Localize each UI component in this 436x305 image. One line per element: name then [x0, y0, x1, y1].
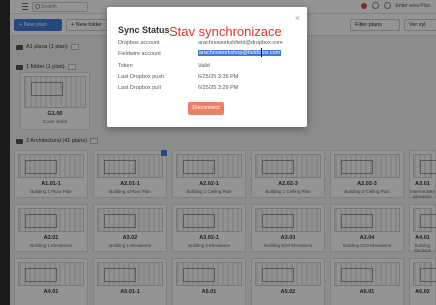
- last-push-label: Last Dropbox push: [118, 74, 165, 80]
- fieldwire-account-label: Fieldwire account: [118, 51, 161, 57]
- last-push-value: 6/25/25 3:35 PM: [198, 74, 239, 80]
- sync-status-dialog: Sync Status Stav synchronizace × Dropbox…: [107, 7, 307, 127]
- translation-annotation: Stav synchronizace: [169, 24, 282, 39]
- dropbox-account-value: arachnoworkshfield@dropbox.com: [198, 40, 283, 46]
- text-cursor: [261, 48, 262, 57]
- token-value: Valid: [198, 63, 210, 69]
- token-label: Token: [118, 63, 133, 69]
- last-pull-value: 6/25/25 3:29 PM: [198, 85, 239, 91]
- disconnect-button[interactable]: Disconnect: [188, 102, 224, 115]
- dropbox-account-label: Dropbox account: [118, 40, 160, 46]
- dialog-title: Sync Status: [118, 25, 170, 35]
- close-icon[interactable]: ×: [295, 14, 300, 23]
- fieldwire-account-value[interactable]: arachnoworkshop@fieldwire.com: [198, 50, 282, 56]
- last-pull-label: Last Dropbox pull: [118, 85, 161, 91]
